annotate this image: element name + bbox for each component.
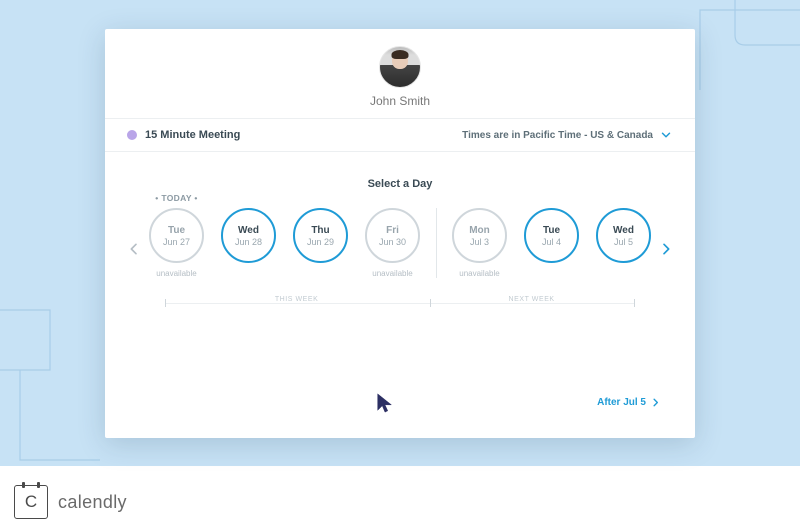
after-date-link[interactable]: After Jul 5 [597, 397, 661, 408]
day-mon-jul-3[interactable]: Mon Jul 3 [452, 208, 507, 263]
day-tue-jun-27[interactable]: Tue Jun 27 [149, 208, 204, 263]
chevron-right-icon [658, 241, 674, 257]
day-date: Jun 30 [379, 237, 406, 247]
day-of-week: Mon [469, 225, 490, 236]
brand: C calendly [14, 485, 127, 519]
avatar [379, 46, 421, 88]
brand-name: calendly [58, 492, 127, 513]
next-arrow[interactable] [655, 220, 677, 278]
decor-lines-top-right [680, 0, 800, 100]
this-week-label: THIS WEEK [269, 296, 325, 303]
today-tag: • TODAY • [155, 193, 197, 203]
brand-icon-letter: C [25, 492, 37, 512]
day-of-week: Wed [613, 225, 634, 236]
section-title: Select a Day [105, 178, 695, 190]
day-of-week: Fri [386, 225, 399, 236]
week-labels-bar: THIS WEEK NEXT WEEK [165, 297, 635, 311]
after-date-label: After Jul 5 [597, 397, 646, 408]
calendar-icon: C [14, 485, 48, 519]
day-date: Jun 27 [163, 237, 190, 247]
day-col: Thu Jun 29 [292, 208, 350, 285]
day-col: Tue Jul 4 [523, 208, 581, 285]
unavailable-label: unavailable [156, 269, 196, 279]
chevron-right-icon [650, 397, 661, 408]
day-tue-jul-4[interactable]: Tue Jul 4 [524, 208, 579, 263]
next-week-label: NEXT WEEK [503, 296, 561, 303]
timezone-label: Times are in Pacific Time - US & Canada [462, 130, 653, 141]
day-date: Jun 28 [235, 237, 262, 247]
day-col: Fri Jun 30 unavailable [364, 208, 422, 279]
profile-block: John Smith [105, 29, 695, 118]
event-header: 15 Minute Meeting Times are in Pacific T… [105, 118, 695, 152]
day-date: Jul 3 [470, 237, 489, 247]
day-col: • TODAY • Tue Jun 27 unavailable [148, 208, 206, 279]
day-date: Jun 29 [307, 237, 334, 247]
day-of-week: Tue [168, 225, 185, 236]
decor-lines-left [0, 300, 110, 466]
chevron-left-icon [126, 241, 142, 257]
chevron-down-icon [659, 128, 673, 142]
unavailable-label: unavailable [459, 269, 499, 279]
day-wed-jul-5[interactable]: Wed Jul 5 [596, 208, 651, 263]
day-date: Jul 4 [542, 237, 561, 247]
day-picker: • TODAY • Tue Jun 27 unavailable Wed Jun… [105, 208, 695, 285]
day-date: Jul 5 [614, 237, 633, 247]
day-wed-jun-28[interactable]: Wed Jun 28 [221, 208, 276, 263]
scheduling-card: John Smith 15 Minute Meeting Times are i… [105, 29, 695, 438]
day-col: Mon Jul 3 unavailable [451, 208, 509, 279]
unavailable-label: unavailable [372, 269, 412, 279]
day-fri-jun-30[interactable]: Fri Jun 30 [365, 208, 420, 263]
day-thu-jun-29[interactable]: Thu Jun 29 [293, 208, 348, 263]
profile-name: John Smith [105, 94, 695, 108]
day-of-week: Wed [238, 225, 259, 236]
day-col: Wed Jun 28 [220, 208, 278, 285]
event-color-dot [127, 130, 137, 140]
day-of-week: Tue [543, 225, 560, 236]
previous-arrow[interactable] [123, 220, 145, 278]
week-divider [436, 208, 437, 278]
event-name: 15 Minute Meeting [145, 129, 240, 141]
day-of-week: Thu [311, 225, 329, 236]
timezone-selector[interactable]: Times are in Pacific Time - US & Canada [462, 128, 673, 142]
event-type: 15 Minute Meeting [127, 129, 240, 141]
page: John Smith 15 Minute Meeting Times are i… [0, 0, 800, 529]
day-col: Wed Jul 5 [595, 208, 653, 285]
days-strip: • TODAY • Tue Jun 27 unavailable Wed Jun… [148, 208, 653, 285]
